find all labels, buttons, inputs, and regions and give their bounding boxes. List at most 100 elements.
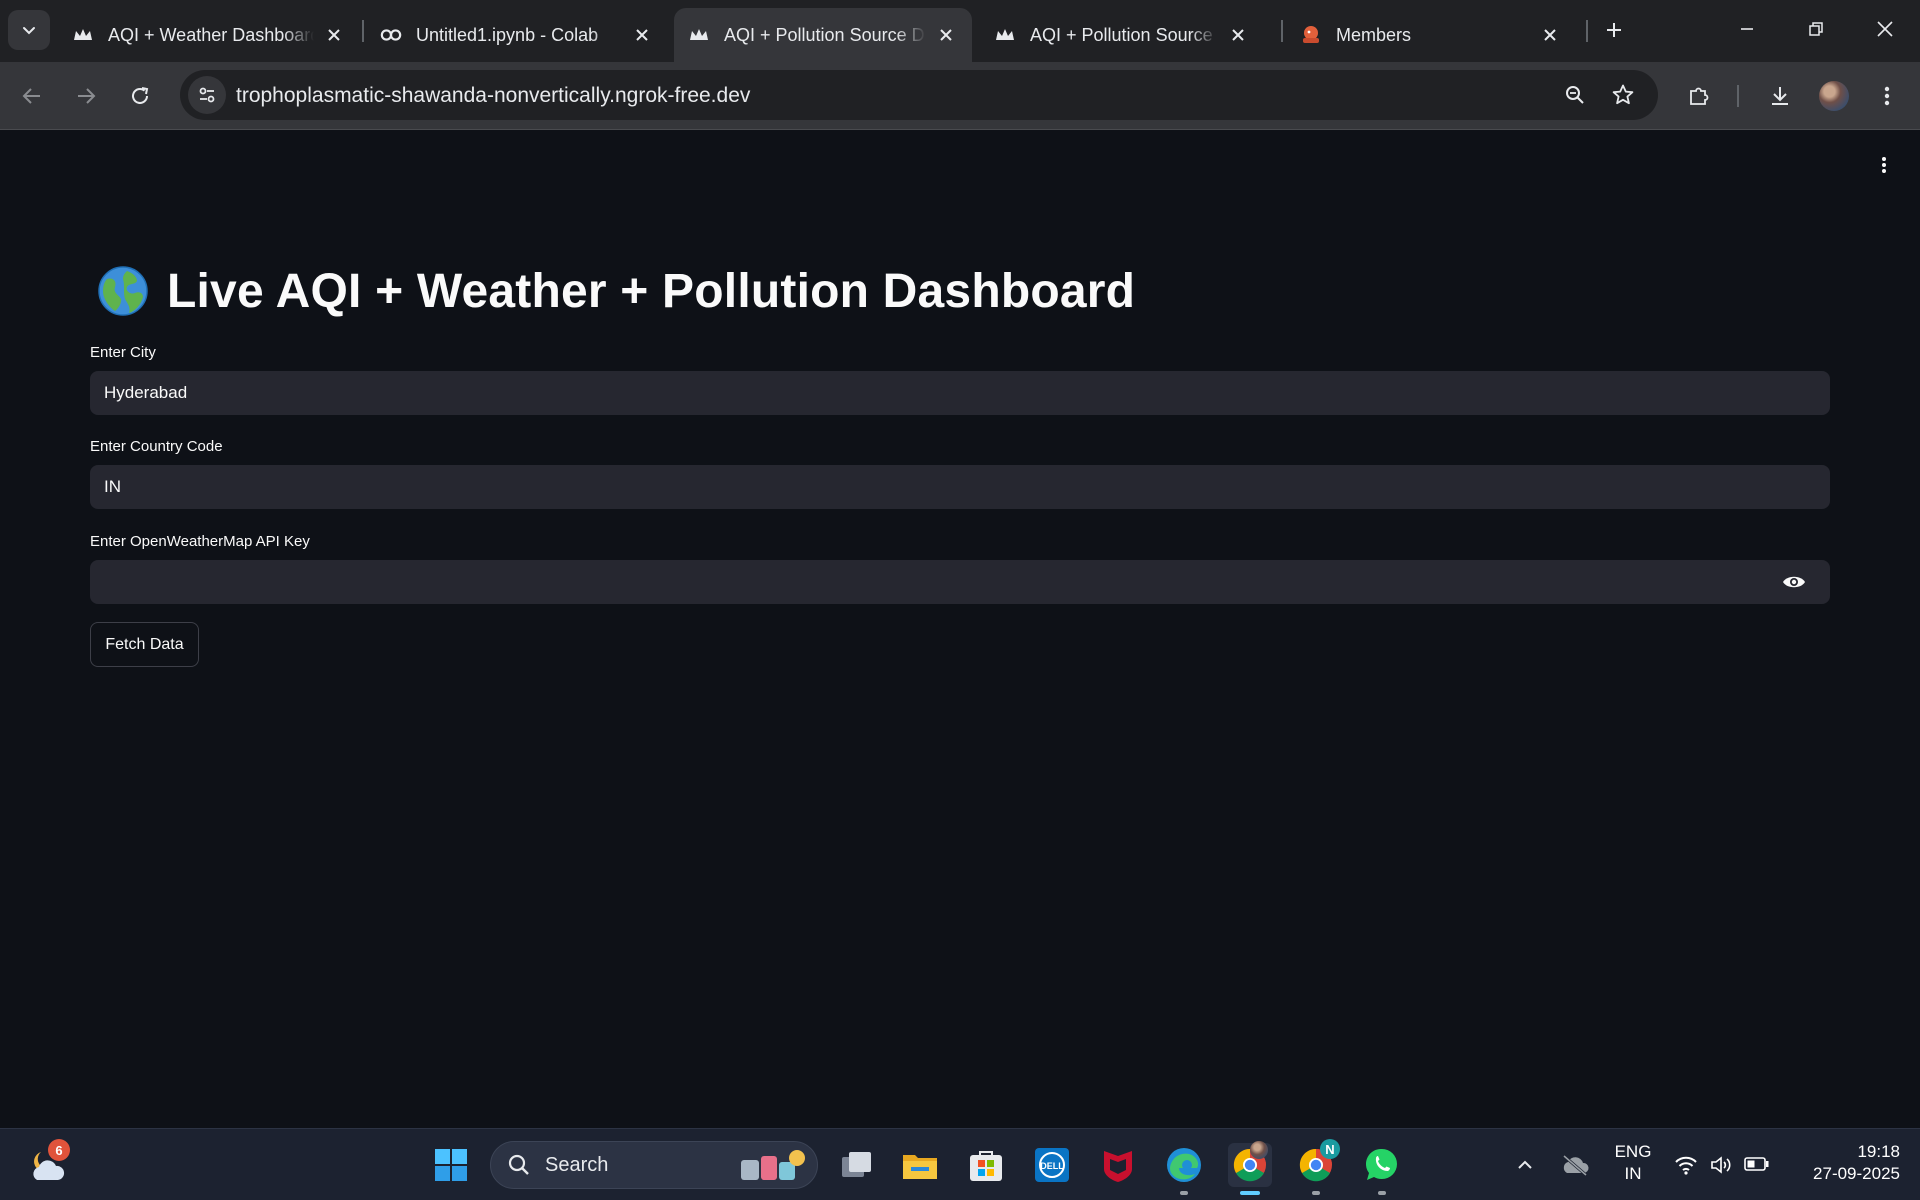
tab-title: Untitled1.ipynb - Colab [416, 24, 599, 45]
api-key-label: Enter OpenWeatherMap API Key [90, 533, 310, 550]
address-bar[interactable]: trophoplasmatic-shawanda-nonvertically.n… [180, 70, 1658, 120]
weather-widget[interactable]: 6 [26, 1139, 70, 1187]
start-button[interactable] [429, 1143, 473, 1187]
search-placeholder: Search [545, 1153, 609, 1176]
wifi-icon [1675, 1156, 1697, 1175]
chrome-profile-n-button[interactable]: N [1294, 1139, 1340, 1195]
close-tab-icon[interactable] [1226, 23, 1250, 47]
clock-date: 27-09-2025 [1813, 1164, 1900, 1183]
streamlit-app: Live AQI + Weather + Pollution Dashboard… [0, 131, 1920, 1128]
api-key-input[interactable] [90, 560, 1830, 604]
close-icon [1877, 21, 1893, 37]
browser-tab[interactable]: AQI + Weather Dashboard [58, 8, 360, 62]
clock-time: 19:18 [1857, 1142, 1900, 1161]
mcafee-button[interactable] [1096, 1143, 1140, 1187]
arrow-left-icon [22, 88, 40, 104]
onedrive-button[interactable] [1553, 1143, 1597, 1187]
avatar [1819, 81, 1849, 111]
reload-icon [132, 87, 149, 104]
chrome-button-active[interactable] [1228, 1141, 1272, 1195]
streamlit-crown-icon [688, 24, 710, 46]
svg-text:DELL: DELL [1040, 1161, 1064, 1171]
profile-button[interactable] [1817, 79, 1851, 113]
whatsapp-icon [1365, 1148, 1397, 1180]
tab-title: AQI + Pollution Source Dashboard [724, 24, 926, 45]
streamlit-crown-icon [994, 24, 1016, 46]
chevron-up-icon [1518, 1160, 1532, 1169]
city-input[interactable]: Hyderabad [90, 371, 1830, 415]
tab-title: Members [1336, 24, 1412, 45]
country-code-input[interactable]: IN [90, 465, 1830, 509]
forward-button[interactable] [68, 78, 104, 114]
clock-button[interactable]: 19:18 27-09-2025 [1786, 1142, 1906, 1187]
close-tab-icon[interactable] [630, 23, 654, 47]
close-tab-icon[interactable] [1538, 23, 1562, 47]
browser-tab[interactable]: Untitled1.ipynb - Colab [366, 8, 668, 62]
cloud-off-icon [1563, 1154, 1589, 1176]
restore-window-button[interactable] [1793, 8, 1839, 50]
url-text[interactable]: trophoplasmatic-shawanda-nonvertically.n… [236, 84, 750, 108]
search-icon [508, 1154, 529, 1175]
downloads-button[interactable] [1763, 79, 1797, 113]
show-password-eye-icon[interactable] [1782, 571, 1806, 593]
microsoft-store-button[interactable] [964, 1143, 1008, 1187]
colab-icon [380, 24, 402, 46]
tab-search-button[interactable] [8, 10, 50, 50]
site-info-button[interactable] [188, 76, 226, 114]
bookmark-star-icon[interactable] [1609, 81, 1637, 109]
edge-icon [1167, 1148, 1201, 1182]
arrow-right-icon [78, 88, 96, 104]
tab-separator [1586, 20, 1588, 42]
streamlit-crown-icon [72, 24, 94, 46]
more-vertical-icon [1884, 86, 1890, 106]
globe-icon [98, 266, 148, 316]
close-window-button[interactable] [1862, 8, 1908, 50]
browser-menu-button[interactable] [1870, 79, 1904, 113]
download-icon [1772, 87, 1788, 105]
browser-tab-strip: AQI + Weather Dashboard Untitled1.ipynb … [0, 0, 1920, 62]
reload-button[interactable] [122, 78, 158, 114]
tab-title: AQI + Weather Dashboard [108, 24, 314, 45]
weather-badge: 6 [48, 1139, 70, 1161]
chrome-profile-avatar [1250, 1141, 1268, 1159]
chevron-down-icon [23, 27, 35, 35]
dell-app-button[interactable]: DELL [1030, 1143, 1074, 1187]
browser-tab-active[interactable]: AQI + Pollution Source Dashboard [674, 8, 972, 62]
zoom-icon[interactable] [1561, 81, 1589, 109]
windows-taskbar: 6 Search DELL N ENG IN 19:18 27-09-2025 [0, 1128, 1920, 1200]
windows-logo-icon [435, 1149, 467, 1181]
region-text: IN [1624, 1164, 1642, 1183]
tune-icon [199, 87, 215, 103]
file-explorer-button[interactable] [898, 1143, 942, 1187]
close-tab-icon[interactable] [934, 23, 958, 47]
edge-browser-button[interactable] [1162, 1143, 1206, 1195]
browser-tab[interactable]: AQI + Pollution Source Dashboard [980, 8, 1264, 62]
dell-logo-icon: DELL [1035, 1148, 1069, 1182]
taskbar-search-box[interactable]: Search [490, 1141, 818, 1189]
mcafee-shield-icon [1104, 1151, 1132, 1182]
search-highlight-travel-icon [741, 1150, 805, 1180]
task-view-button[interactable] [834, 1143, 878, 1187]
back-button[interactable] [14, 78, 50, 114]
tab-separator [1281, 20, 1283, 42]
store-icon [970, 1151, 1002, 1181]
minimize-window-button[interactable] [1724, 8, 1770, 50]
whatsapp-button[interactable] [1360, 1143, 1404, 1195]
country-code-input-value: IN [104, 477, 121, 496]
task-view-icon [842, 1152, 871, 1177]
fetch-data-button[interactable]: Fetch Data [90, 622, 199, 667]
app-menu-button[interactable] [1872, 153, 1896, 177]
more-vertical-icon [1882, 157, 1886, 173]
members-icon [1300, 24, 1322, 46]
browser-tab[interactable]: Members [1286, 8, 1576, 62]
city-label: Enter City [90, 344, 156, 361]
extensions-button[interactable] [1682, 79, 1716, 113]
page-title-row: Live AQI + Weather + Pollution Dashboard [97, 261, 1135, 321]
new-tab-button[interactable] [1598, 14, 1630, 46]
input-language-button[interactable]: ENG IN [1608, 1142, 1658, 1187]
battery-icon [1744, 1157, 1769, 1171]
close-tab-icon[interactable] [322, 23, 346, 47]
folder-icon [903, 1155, 937, 1179]
network-volume-battery-button[interactable] [1668, 1143, 1772, 1187]
show-hidden-icons-button[interactable] [1503, 1143, 1547, 1187]
